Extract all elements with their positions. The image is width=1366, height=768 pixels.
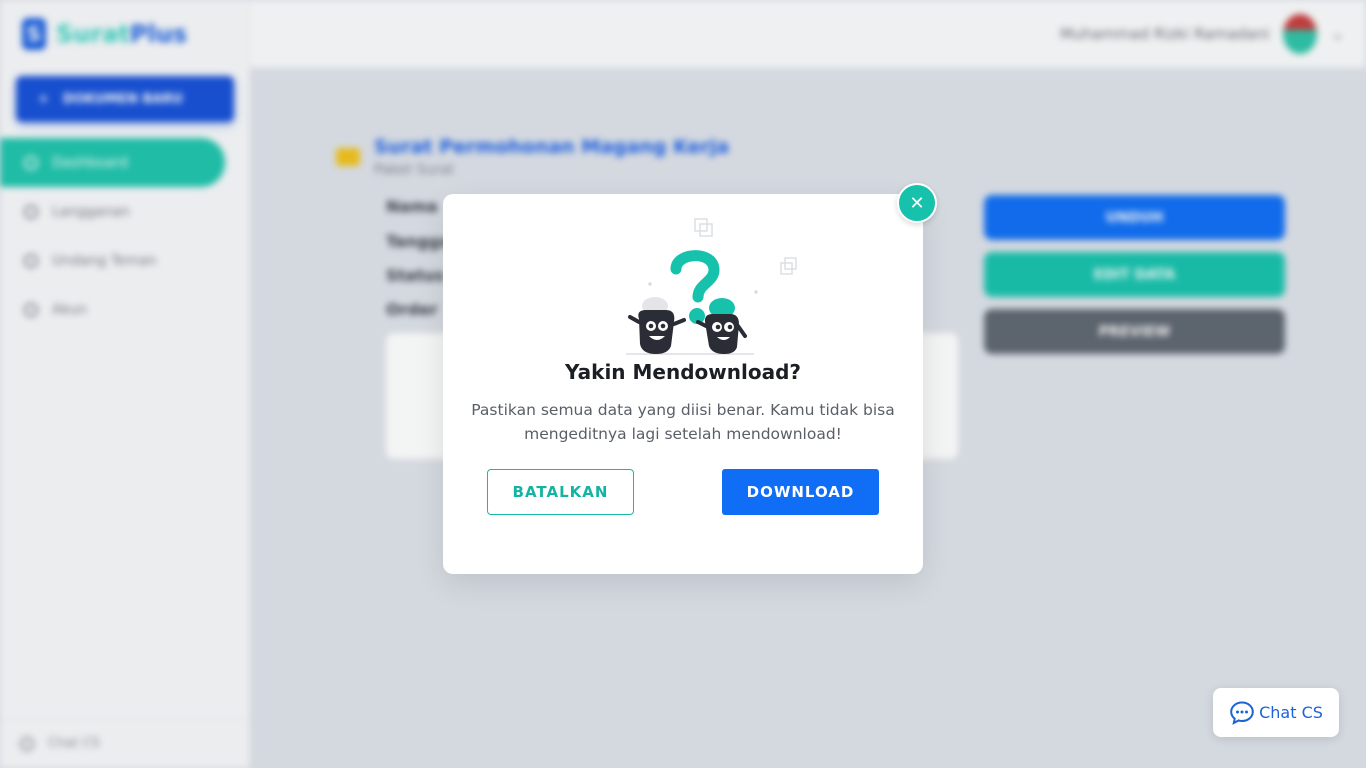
chat-cs-label: Chat CS: [1259, 703, 1323, 722]
question-characters-illustration: [626, 218, 797, 355]
modal-title: Yakin Mendownload?: [565, 360, 801, 384]
cancel-button[interactable]: BATALKAN: [487, 469, 634, 515]
chat-bubble-icon: [1230, 700, 1254, 725]
close-modal-button[interactable]: ✕: [897, 183, 937, 223]
download-button[interactable]: DOWNLOAD: [722, 469, 879, 515]
chat-cs-button[interactable]: Chat CS: [1213, 688, 1339, 737]
modal-message: Pastikan semua data yang diisi benar. Ka…: [471, 401, 895, 443]
download-confirm-modal: Yakin Mendownload? Pastikan semua data y…: [443, 194, 923, 574]
close-icon: ✕: [909, 192, 925, 214]
